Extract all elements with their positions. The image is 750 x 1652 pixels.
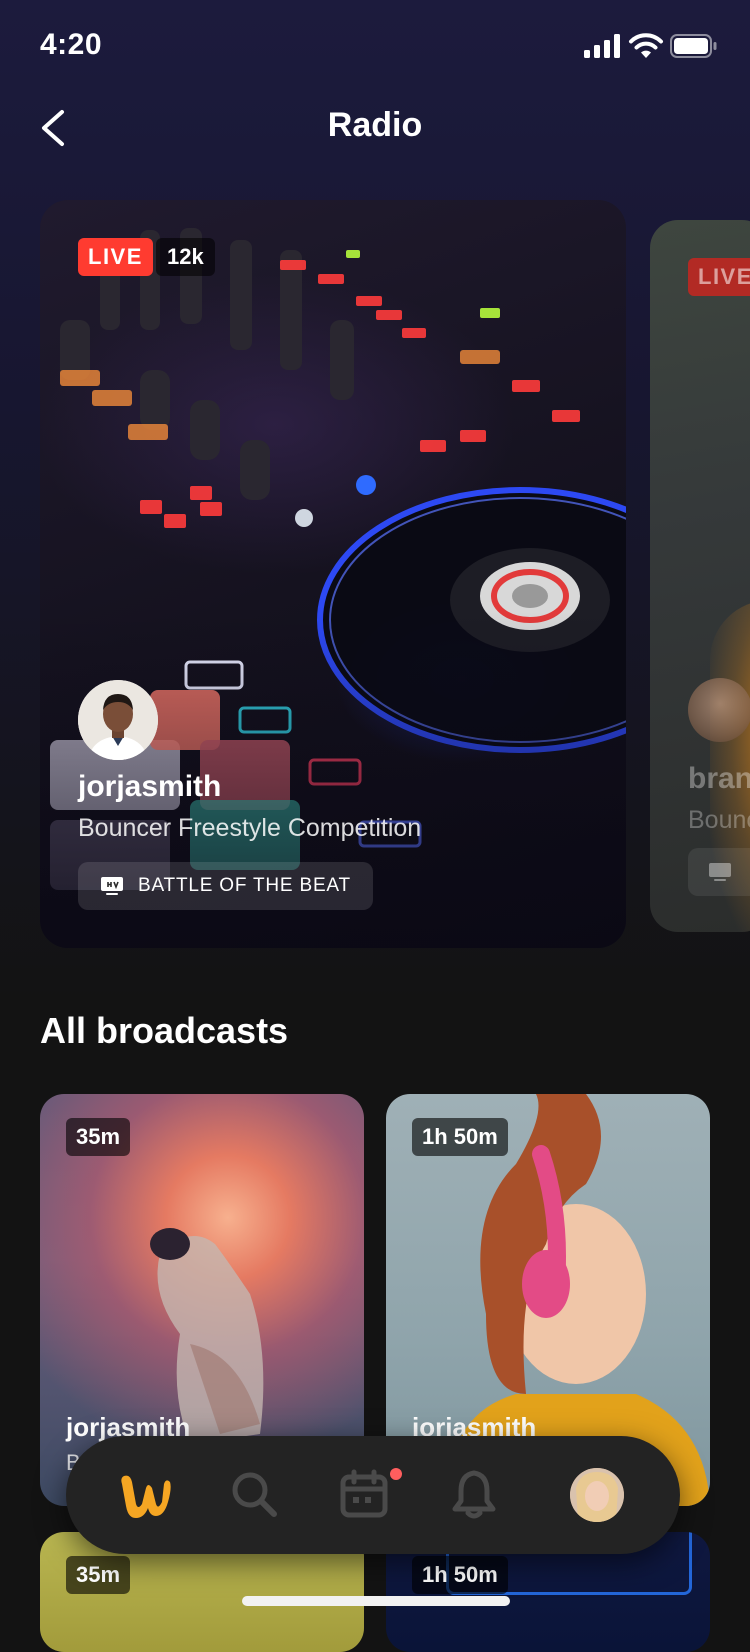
status-time: 4:20	[40, 28, 103, 61]
featured-broadcast-card[interactable]: LIVE 12k jorjasmith Bouncer Freestyle Co…	[40, 200, 626, 948]
battery-icon	[670, 34, 717, 58]
live-badge: LIVE	[78, 238, 153, 276]
show-tag[interactable]: BATTLE OF THE BEAT	[78, 862, 373, 910]
home-indicator	[242, 1596, 510, 1606]
show-tag	[688, 848, 750, 896]
duration-badge: 1h 50m	[412, 1118, 508, 1156]
host-avatar	[688, 678, 750, 742]
featured-broadcast-card-next[interactable]: LIVE bran Bounc	[650, 220, 750, 932]
profile-avatar[interactable]	[570, 1468, 624, 1522]
home-icon[interactable]	[112, 1462, 176, 1526]
duration-badge: 35m	[66, 1118, 131, 1156]
duration-badge: 1h 50m	[412, 1556, 508, 1594]
app-logo-icon	[121, 1475, 171, 1518]
duration-badge: 35m	[66, 1556, 131, 1594]
bell-glyph	[452, 1470, 496, 1519]
show-name: BATTLE OF THE BEAT	[138, 875, 351, 896]
notification-dot	[390, 1468, 402, 1480]
host-avatar[interactable]	[78, 680, 158, 760]
viewer-count-badge: 12k	[156, 238, 215, 276]
calendar-icon[interactable]	[332, 1462, 396, 1526]
broadcast-title: Bouncer Freestyle Competition	[78, 814, 422, 842]
search-glyph	[232, 1472, 277, 1517]
live-badge: LIVE	[688, 258, 750, 296]
calendar-glyph	[340, 1469, 388, 1518]
section-title: All broadcasts	[40, 1010, 289, 1051]
profile-avatar-image	[570, 1468, 624, 1522]
host-avatar-image	[78, 680, 158, 760]
tv-icon	[709, 863, 731, 881]
bell-icon[interactable]	[442, 1462, 506, 1526]
tv-icon	[101, 877, 123, 895]
wifi-icon	[629, 33, 663, 58]
broadcast-title: Bounc	[688, 806, 750, 834]
host-username: bran	[688, 762, 750, 795]
search-icon[interactable]	[222, 1462, 286, 1526]
page-title: Radio	[327, 106, 423, 144]
host-username: jorjasmith	[78, 770, 222, 803]
status-bar: 4:20	[0, 0, 750, 96]
bottom-navigation	[66, 1436, 680, 1554]
cellular-signal-icon	[584, 34, 620, 58]
